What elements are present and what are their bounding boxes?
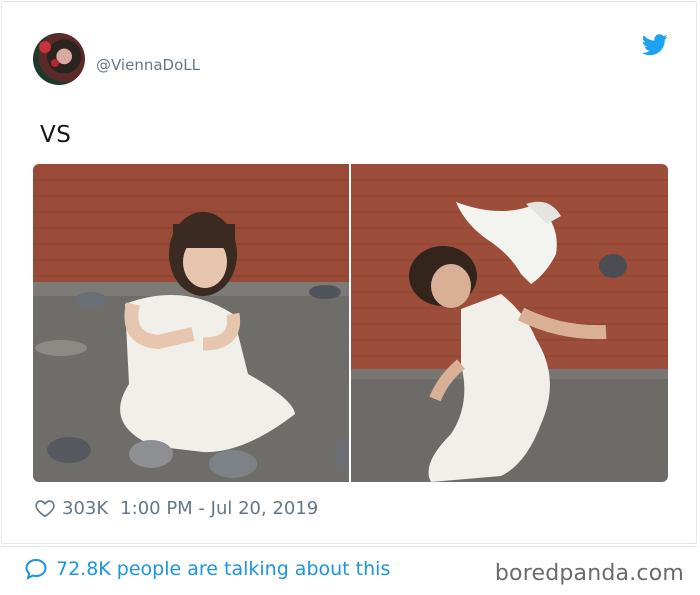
tweet-meta: 303K 1:00 PM - Jul 20, 2019 <box>34 495 318 521</box>
conversation-link[interactable]: 72.8K people are talking about this <box>24 557 390 581</box>
watermark: boredpanda.com <box>494 561 684 586</box>
tweet-text: VS <box>40 122 72 148</box>
conversation-text[interactable]: 72.8K people are talking about this <box>56 558 390 580</box>
user-handle[interactable]: @ViennaDoLL <box>96 56 200 74</box>
divider <box>1 546 697 547</box>
twitter-bird-icon[interactable] <box>642 34 668 56</box>
like-count: 303K <box>62 497 109 519</box>
speech-bubble-icon <box>25 558 47 580</box>
heart-icon[interactable] <box>34 497 56 519</box>
tweet-timestamp[interactable]: 1:00 PM - Jul 20, 2019 <box>120 498 318 519</box>
avatar[interactable] <box>33 33 85 85</box>
photo-right[interactable] <box>351 164 668 482</box>
photo-left[interactable] <box>33 164 349 482</box>
